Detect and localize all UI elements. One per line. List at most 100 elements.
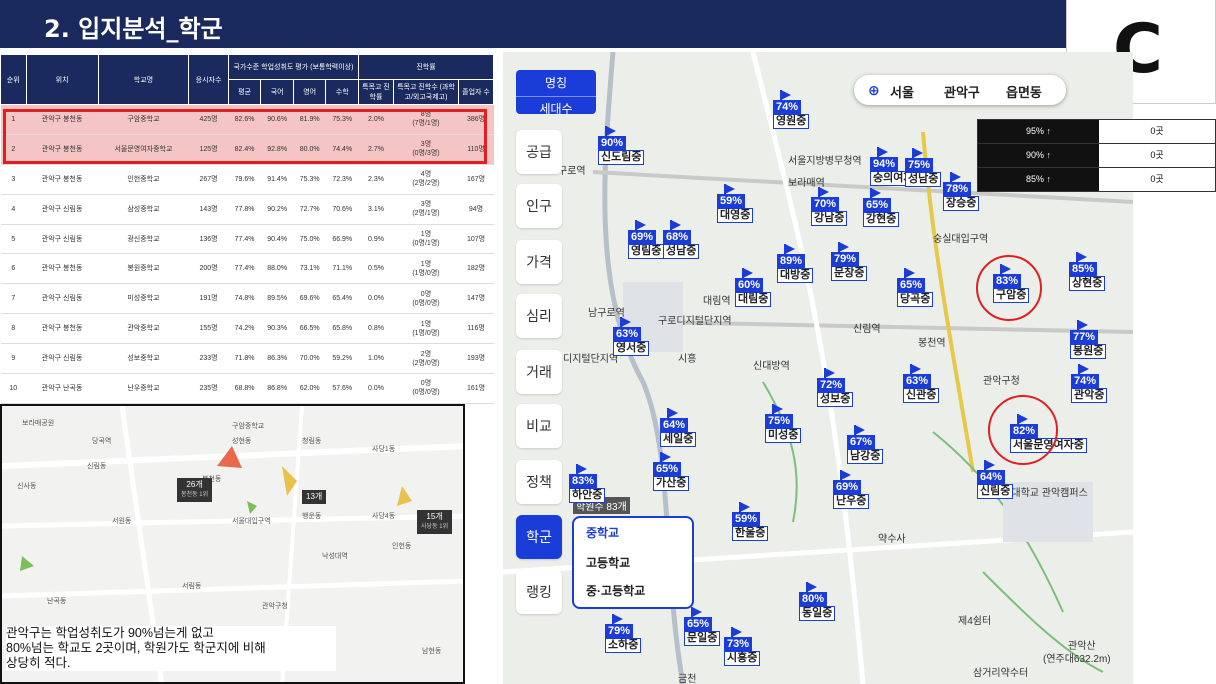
table-cell: 관악구 신림동	[26, 283, 99, 315]
table-cell: 10	[0, 373, 27, 404]
menu-population[interactable]: 인구	[516, 184, 562, 228]
flag-icon	[819, 187, 829, 197]
header-special-rate: 특목고 진학률	[358, 79, 394, 105]
menu-ranking[interactable]: 랭킹	[516, 570, 562, 614]
header-school: 학교명	[97, 54, 190, 105]
school-level-dropdown[interactable]: 중학교 고등학교 중·고등학교	[572, 516, 694, 609]
place-label: 금천	[678, 674, 697, 684]
menu-sentiment[interactable]: 심리	[516, 294, 562, 338]
marker-school-name: 상현중	[1069, 276, 1106, 291]
table-cell: 66.9%	[325, 224, 359, 255]
region-dong[interactable]: 읍면동	[1006, 82, 1042, 101]
header-advancement: 진학률	[358, 54, 494, 80]
marker-rate: 70%	[811, 197, 840, 211]
marker-rate: 78%	[943, 182, 972, 196]
table-cell: 200명	[188, 253, 229, 285]
marker-school-name: 한울중	[732, 526, 769, 541]
marker-rate: 85%	[1069, 262, 1098, 276]
marker-school-name: 강남중	[811, 211, 848, 226]
header-location: 위치	[25, 54, 99, 105]
table-cell: 3.1%	[358, 194, 394, 225]
place-label: 봉천역	[918, 338, 946, 349]
table-cell: 191명	[188, 283, 229, 315]
place-label: 관악구청	[983, 376, 1020, 387]
marker-rate: 75%	[905, 158, 934, 172]
menu-compare[interactable]: 비교	[516, 404, 562, 448]
academy-count-box: 26개 봉천동 1위	[177, 478, 213, 502]
minimap-label: 낙성대역	[322, 553, 348, 560]
menu-price[interactable]: 가격	[516, 240, 562, 284]
table-cell: 88.0%	[260, 253, 294, 285]
marker-rate: 65%	[653, 462, 682, 476]
place-label: 숭실대입구역	[933, 234, 989, 245]
marker-rate: 59%	[732, 512, 761, 526]
marker-rate: 59%	[717, 194, 746, 208]
flag-icon	[606, 126, 616, 136]
option-middle-school[interactable]: 중학교	[586, 524, 619, 541]
place-label: 제4쉼터	[958, 616, 992, 627]
table-cell: 116명	[458, 313, 494, 345]
table-cell: 2명 (2명/0명)	[393, 343, 459, 375]
table-cell: 4명 (2명/2명)	[393, 164, 459, 195]
achievement-rate-table: 95% ↑ 0곳 90% ↑ 0곳 85% ↑ 0곳	[977, 119, 1216, 192]
header-math: 수학	[325, 79, 360, 105]
table-cell: 143명	[188, 194, 229, 225]
table-cell: 0.0%	[358, 283, 394, 315]
table-cell: 86.8%	[260, 373, 294, 404]
menu-school-district[interactable]: 학군	[516, 515, 562, 559]
table-cell: 77.4%	[228, 224, 261, 255]
flag-icon	[951, 172, 961, 182]
table-cell: 71.8%	[228, 343, 261, 375]
school-ranking-table: 순위 위치 학교명 응시자수 국가수준 학업성취도 평가 (보통학력이상) 진학…	[0, 54, 494, 404]
table-cell: 65.4%	[325, 283, 359, 315]
region-city[interactable]: 서울	[890, 82, 914, 101]
marker-rate: 74%	[1071, 374, 1100, 388]
header-avg: 평균	[227, 79, 262, 105]
marker-rate: 90%	[598, 136, 627, 150]
table-cell: 관악구 신림동	[26, 343, 99, 375]
name-households-toggle[interactable]: 명칭 세대수	[516, 70, 596, 116]
flag-icon	[668, 408, 678, 418]
table-cell: 72.7%	[293, 194, 326, 225]
region-selector[interactable]: ⊕ 서울 관악구 읍면동	[854, 75, 1066, 105]
table-cell: 90.4%	[260, 224, 294, 255]
menu-trade[interactable]: 거래	[516, 350, 562, 394]
table-row: 8 관악구 봉천동 관악중학교 155명 74.2% 90.3% 66.5% 65.8% 0.8…	[0, 313, 494, 345]
header-examinees: 응시자수	[188, 54, 229, 105]
marker-school-name: 난우중	[833, 494, 870, 509]
option-middle-high-school[interactable]: 중·고등학교	[586, 582, 645, 599]
option-high-school[interactable]: 고등학교	[586, 554, 630, 571]
table-cell: 1명 (1명/0명)	[393, 313, 459, 345]
minimap-label: 관악구청	[262, 603, 288, 610]
table-cell: 관악구 신림동	[26, 194, 99, 225]
table-cell: 68.8%	[228, 373, 261, 404]
marker-school-name: 동일중	[799, 606, 836, 621]
marker-rate: 94%	[870, 157, 899, 171]
region-district[interactable]: 관악구	[944, 82, 980, 101]
rate-row: 90% ↑ 0곳	[977, 144, 1216, 168]
academy-count-box: 13개	[302, 490, 327, 504]
marker-school-name: 영서중	[613, 341, 650, 356]
highlight-circle	[988, 395, 1058, 465]
highlight-circle	[976, 255, 1042, 321]
table-row: 9 관악구 신림동 성보중학교 233명 71.8% 86.3% 70.0% 59.2% 1.0…	[0, 343, 494, 375]
minimap-label: 사당1동	[372, 446, 396, 453]
table-cell: 4	[0, 194, 27, 225]
table-cell: 관악중학교	[98, 313, 189, 345]
marker-school-name: 문창중	[831, 266, 868, 281]
table-cell: 0.8%	[358, 313, 394, 345]
table-cell: 90.2%	[260, 194, 294, 225]
flag-icon	[1078, 320, 1088, 330]
table-cell: 59.2%	[325, 343, 359, 375]
header-english: 영어	[292, 79, 327, 105]
minimap-label: 인헌동	[392, 543, 412, 550]
flag-icon	[773, 404, 783, 414]
menu-policy[interactable]: 정책	[516, 460, 562, 504]
table-cell: 봉원중학교	[98, 253, 189, 285]
marker-rate: 74%	[773, 100, 802, 114]
table-cell: 관악구 봉천동	[26, 164, 99, 195]
menu-supply[interactable]: 공급	[516, 130, 562, 174]
marker-rate: 65%	[684, 617, 713, 631]
flag-icon	[621, 317, 631, 327]
marker-school-name: 대방중	[777, 268, 814, 283]
